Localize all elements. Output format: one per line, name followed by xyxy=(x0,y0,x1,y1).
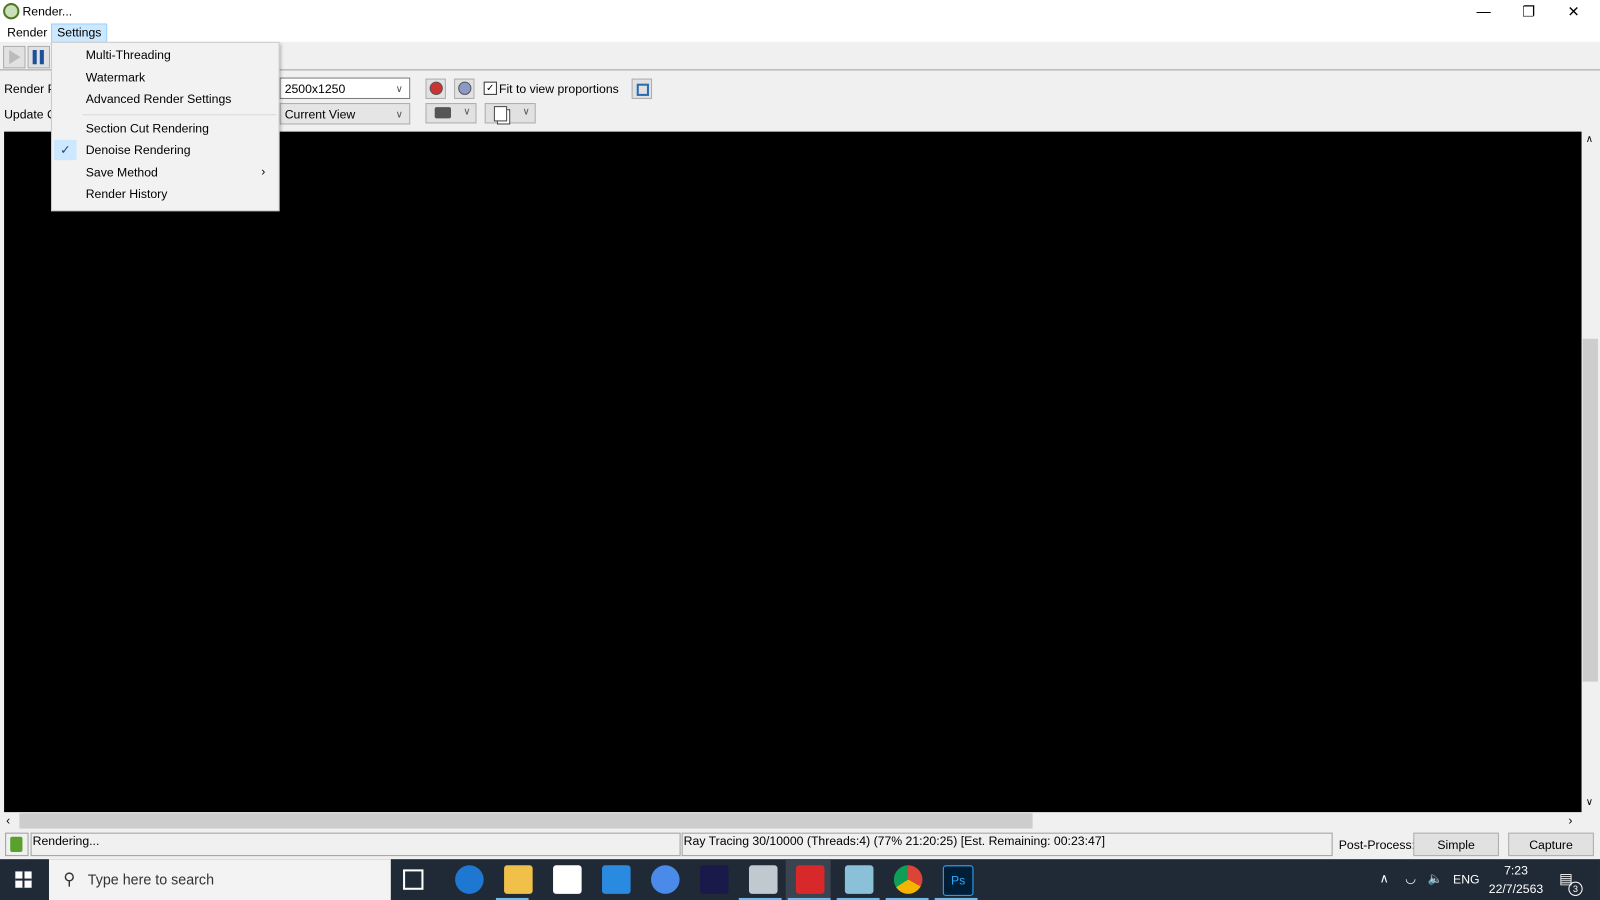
horizontal-scrollbar[interactable]: ‹ › xyxy=(4,812,1582,830)
fullscreen-icon xyxy=(636,83,649,96)
menu-bar: Render Settings xyxy=(0,22,1600,43)
zoom-out-button[interactable] xyxy=(454,78,475,99)
capture-button[interactable]: Capture xyxy=(1508,832,1594,857)
fit-to-view-label[interactable]: Fit to view proportions xyxy=(499,82,619,96)
horizontal-scroll-thumb[interactable] xyxy=(19,813,1033,829)
menu-item-multi-threading[interactable]: Multi-Threading xyxy=(86,45,171,66)
window-title: Render... xyxy=(22,4,73,19)
pause-button[interactable] xyxy=(27,45,50,69)
show-hidden-icons[interactable]: ∧ xyxy=(1380,871,1389,885)
copy-button[interactable]: ∨ xyxy=(484,103,536,124)
post-process-label: Post-Process: xyxy=(1338,837,1415,853)
checkmark-icon: ✓ xyxy=(54,139,77,161)
chevron-down-icon: ∨ xyxy=(395,83,404,95)
menu-separator xyxy=(82,114,277,116)
windows-start-icon[interactable] xyxy=(15,871,32,888)
scroll-left-icon[interactable]: ‹ xyxy=(6,813,10,827)
submenu-arrow-icon: › xyxy=(261,164,266,179)
app-power-icon xyxy=(3,3,20,20)
photoshop-icon[interactable]: Ps xyxy=(942,865,974,896)
app-s-icon[interactable] xyxy=(699,865,729,894)
store-icon[interactable] xyxy=(553,865,582,894)
file-explorer-icon[interactable] xyxy=(504,865,533,894)
view-select[interactable]: Current View ∨ xyxy=(279,103,411,125)
scroll-down-icon[interactable]: ∨ xyxy=(1586,797,1593,808)
resolution-select[interactable]: 2500x1250 ∨ xyxy=(279,77,411,99)
restore-button[interactable]: ❐ xyxy=(1506,0,1551,22)
notification-count: 3 xyxy=(1568,881,1583,896)
settings-dropdown: Multi-Threading Watermark Advanced Rende… xyxy=(51,41,280,212)
menu-item-watermark[interactable]: Watermark xyxy=(86,67,145,88)
scroll-up-icon[interactable]: ∧ xyxy=(1586,134,1593,145)
chevron-down-icon: ∨ xyxy=(395,109,404,121)
play-icon xyxy=(9,49,21,65)
vertical-scroll-thumb[interactable] xyxy=(1582,338,1598,682)
update-label: Update C xyxy=(4,107,56,122)
chevron-down-icon: ∨ xyxy=(463,106,471,118)
zoom-in-button[interactable] xyxy=(425,78,446,99)
zoom-in-icon xyxy=(429,81,443,95)
task-view-icon[interactable] xyxy=(403,869,424,890)
menu-render[interactable]: Render xyxy=(2,24,52,41)
clock-time[interactable]: 7:23 xyxy=(1504,863,1528,877)
sketchup-icon[interactable] xyxy=(795,865,825,894)
progress-text: Ray Tracing 30/10000 (Threads:4) (77% 21… xyxy=(681,832,1333,857)
taskbar: ⚲ Type here to search Ps ∧ ◡ 🔈 ENG 7:23 … xyxy=(0,859,1600,900)
simple-button[interactable]: Simple xyxy=(1413,832,1499,857)
menu-item-render-history[interactable]: Render History xyxy=(86,184,168,205)
chevron-down-icon: ∨ xyxy=(522,106,530,118)
clock-date[interactable]: 22/7/2563 xyxy=(1489,882,1543,896)
search-icon: ⚲ xyxy=(63,871,76,889)
volume-icon[interactable]: 🔈 xyxy=(1428,871,1443,885)
status-text: Rendering... xyxy=(30,832,681,857)
close-button[interactable]: ✕ xyxy=(1551,0,1596,22)
render-window: Render... — ❐ ✕ Render Settings Render P… xyxy=(0,0,1600,900)
pause-icon xyxy=(32,49,37,65)
search-placeholder: Type here to search xyxy=(87,871,215,888)
menu-item-save-method[interactable]: Save Method xyxy=(86,162,158,183)
language-indicator[interactable]: ENG xyxy=(1453,872,1480,886)
menu-settings[interactable]: Settings xyxy=(51,23,108,43)
menu-item-section-cut-rendering[interactable]: Section Cut Rendering xyxy=(86,118,209,139)
menu-item-denoise-rendering[interactable]: Denoise Rendering xyxy=(86,140,191,161)
render-viewport[interactable] xyxy=(4,131,1582,813)
vertical-scrollbar[interactable]: ∧ ∨ xyxy=(1581,131,1600,813)
camera-icon xyxy=(434,107,452,119)
copy-icon xyxy=(493,106,508,122)
mail-icon[interactable] xyxy=(602,865,631,894)
resolution-value: 2500x1250 xyxy=(284,81,346,96)
edge-icon[interactable] xyxy=(455,865,484,894)
camera-button[interactable]: ∨ xyxy=(425,103,477,124)
update-button[interactable] xyxy=(5,832,29,857)
minimize-button[interactable]: — xyxy=(1461,0,1506,22)
title-bar: Render... — ❐ ✕ xyxy=(0,0,1600,23)
fullscreen-button[interactable] xyxy=(631,78,653,99)
scroll-right-icon[interactable]: › xyxy=(1568,813,1572,827)
wifi-icon[interactable]: ◡ xyxy=(1405,871,1416,885)
browser-icon[interactable] xyxy=(651,865,680,894)
menu-item-advanced-render-settings[interactable]: Advanced Render Settings xyxy=(86,89,232,110)
fit-to-view-checkbox[interactable]: ✓ xyxy=(483,81,497,95)
app-monitor-icon[interactable] xyxy=(748,865,778,894)
app-layout-icon[interactable] xyxy=(844,865,874,894)
search-box[interactable]: ⚲ Type here to search xyxy=(48,859,391,900)
view-value: Current View xyxy=(284,107,356,122)
chrome-icon[interactable] xyxy=(893,865,923,894)
refresh-icon xyxy=(10,836,23,853)
zoom-out-icon xyxy=(458,81,472,95)
play-button[interactable] xyxy=(3,45,26,69)
render-preset-label: Render P xyxy=(4,81,56,96)
